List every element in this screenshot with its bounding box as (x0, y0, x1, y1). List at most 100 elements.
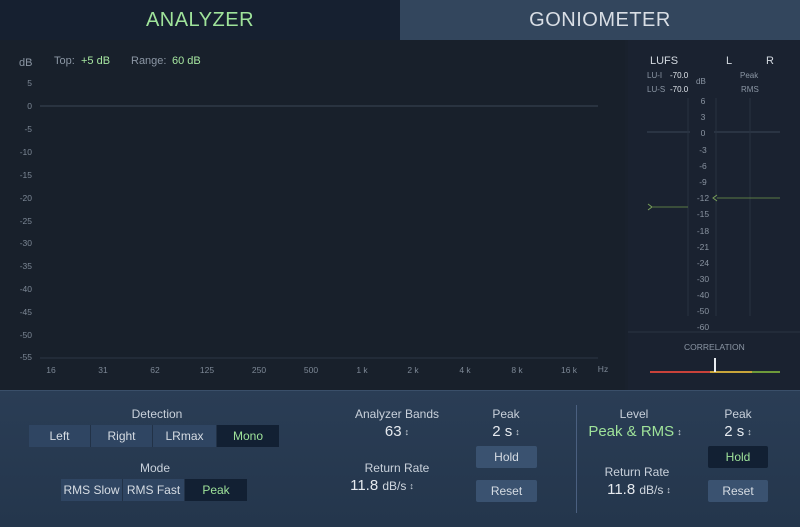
tab-analyzer[interactable]: ANALYZER (0, 0, 400, 40)
up-down-arrows-icon: ↕ (747, 427, 752, 437)
control-panel: Detection Left Right LRmax Mono Mode RMS… (0, 390, 800, 527)
correlation-bar-green (752, 371, 780, 373)
detection-selector: Left Right LRmax Mono (29, 425, 279, 447)
analyzer-bands-stepper[interactable]: 63 ↕ (347, 423, 447, 440)
y-tick: -10 (19, 147, 32, 157)
spectrum-analyzer[interactable]: dB Top: +5 dB Range: 60 dB 5 0 -5 -10 -1… (0, 40, 625, 390)
up-down-arrows-icon: ↕ (409, 481, 414, 491)
range-value[interactable]: 60 dB (172, 55, 201, 67)
rms-mode-label: RMS (741, 85, 759, 94)
x-tick: 4 k (459, 365, 471, 375)
mode-rms-fast-button[interactable]: RMS Fast (123, 479, 185, 501)
lu-s-value: -70.0 (670, 85, 689, 94)
return-rate-unit: dB/s (382, 479, 407, 493)
meter-tick: 3 (700, 112, 706, 122)
y-tick: -55 (19, 352, 32, 362)
x-axis-unit: Hz (597, 364, 609, 374)
x-tick: 1 k (356, 365, 368, 375)
meter-tick: -60 (696, 322, 710, 332)
meter-tick: -9 (699, 177, 707, 187)
top-label: Top: (54, 55, 75, 67)
display-area: dB Top: +5 dB Range: 60 dB 5 0 -5 -10 -1… (0, 40, 800, 390)
meter-peak-hold-time-label: Peak (724, 407, 752, 421)
meter-tick: -30 (696, 274, 710, 284)
meter-return-rate-label: Return Rate (604, 465, 670, 479)
correlation-bar-red (650, 371, 710, 373)
y-tick: 0 (27, 101, 32, 111)
y-tick: -20 (19, 193, 32, 203)
right-channel-label: R (766, 55, 774, 67)
up-down-arrows-icon: ↕ (404, 427, 410, 437)
range-label: Range: (131, 55, 167, 67)
correlation-label: CORRELATION (684, 342, 745, 352)
y-tick: -30 (19, 238, 32, 248)
meter-tick: -12 (696, 193, 710, 203)
meter-tick: -40 (696, 290, 710, 300)
level-meters: LUFS L R LU-I -70.0 LU-S -70.0 dB Peak R… (628, 40, 800, 390)
mode-peak-button[interactable]: Peak (185, 479, 247, 501)
lufs-label: LUFS (650, 55, 679, 67)
up-down-arrows-icon: ↕ (677, 427, 682, 437)
lu-i-value: -70.0 (670, 71, 689, 80)
return-rate-stepper[interactable]: 11.8 dB/s ↕ (320, 477, 444, 494)
section-divider (576, 405, 577, 513)
x-tick: 8 k (511, 365, 523, 375)
meter-tick: -18 (696, 226, 710, 236)
y-tick: -5 (24, 124, 32, 134)
x-tick: 2 k (407, 365, 419, 375)
meter-hold-button[interactable]: Hold (708, 446, 768, 468)
peak-hold-time-value: 2 s (492, 423, 513, 440)
mode-selector: RMS Slow RMS Fast Peak (61, 479, 247, 501)
x-tick: 125 (199, 365, 215, 375)
meter-peak-hold-time-value: 2 s (724, 423, 745, 440)
meter-tick: -3 (699, 145, 707, 155)
level-selector[interactable]: Peak & RMS ↕ (576, 423, 694, 440)
correlation-bar-yellow (710, 371, 752, 373)
analyzer-bands-label: Analyzer Bands (354, 407, 440, 421)
mode-label: Mode (139, 461, 171, 475)
meter-return-rate-unit: dB/s (639, 483, 664, 497)
x-tick: 500 (303, 365, 319, 375)
meter-tick: -15 (696, 209, 710, 219)
up-down-arrows-icon: ↕ (666, 485, 671, 495)
meter-return-rate-stepper[interactable]: 11.8 dB/s ↕ (578, 481, 700, 498)
left-channel-label: L (726, 55, 733, 67)
lu-s-label: LU-S (647, 85, 666, 94)
peak-hold-time-label: Peak (492, 407, 520, 421)
detection-label: Detection (131, 407, 183, 421)
analyzer-bands-value: 63 (384, 423, 402, 440)
x-tick: 16 k (560, 365, 578, 375)
y-tick: -15 (19, 170, 32, 180)
detection-mono-button[interactable]: Mono (217, 425, 279, 447)
x-tick: 62 (150, 365, 160, 375)
mode-rms-slow-button[interactable]: RMS Slow (61, 479, 123, 501)
up-down-arrows-icon: ↕ (515, 427, 520, 437)
y-tick: -45 (19, 307, 32, 317)
lu-i-label: LU-I (647, 71, 663, 80)
analyzer-grid (40, 105, 598, 359)
meter-tick: -50 (696, 306, 710, 316)
top-value[interactable]: +5 dB (81, 55, 110, 67)
meter-tick: -21 (696, 242, 710, 252)
meter-reset-button[interactable]: Reset (708, 480, 768, 502)
x-tick: 250 (251, 365, 267, 375)
y-axis-unit: dB (19, 57, 33, 69)
peak-hold-time-stepper[interactable]: 2 s ↕ (476, 423, 536, 440)
meter-peak-hold-time-stepper[interactable]: 2 s ↕ (708, 423, 768, 440)
return-rate-label: Return Rate (364, 461, 430, 475)
detection-lrmax-button[interactable]: LRmax (153, 425, 217, 447)
detection-left-button[interactable]: Left (29, 425, 91, 447)
level-label: Level (619, 407, 649, 421)
tab-goniometer[interactable]: GONIOMETER (400, 0, 800, 40)
y-tick: -35 (19, 261, 32, 271)
hold-button[interactable]: Hold (476, 446, 537, 468)
y-tick: -25 (19, 216, 32, 226)
reset-button[interactable]: Reset (476, 480, 537, 502)
meter-tick: 0 (700, 128, 706, 138)
meter-db-unit: dB (696, 77, 706, 86)
lufs-marker (647, 203, 653, 211)
x-tick: 16 (46, 365, 56, 375)
meter-tick: -6 (699, 161, 707, 171)
detection-right-button[interactable]: Right (91, 425, 153, 447)
return-rate-value: 11.8 (350, 477, 379, 494)
